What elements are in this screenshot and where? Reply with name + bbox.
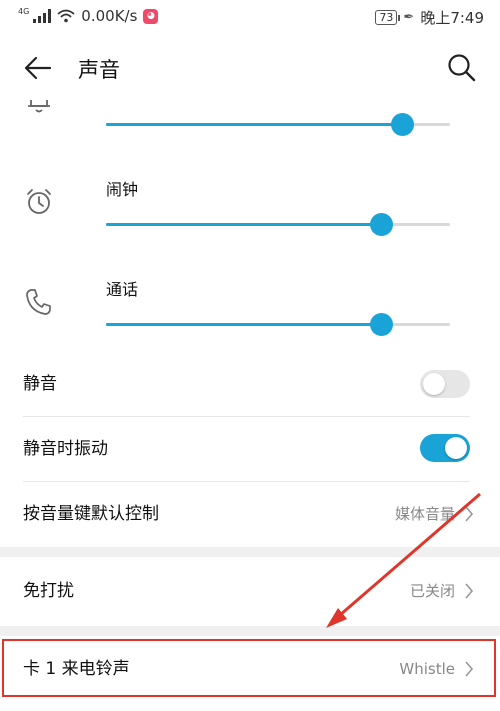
wifi-icon [57,9,75,23]
vibrate-on-mute-toggle[interactable] [420,434,470,462]
phone-icon [26,289,51,315]
do-not-disturb-value: 已关闭 [409,582,455,600]
slider-fill [106,323,382,326]
search-icon[interactable] [446,52,476,82]
alarm-label: 闹钟 [106,180,139,199]
call-volume-slider[interactable] [106,313,450,336]
power-saving-icon: ✒ [403,10,415,25]
toggle-knob [445,437,467,459]
slider-thumb[interactable] [390,113,414,136]
volume-key-control-value: 媒体音量 [394,505,455,523]
app-header: 声音 [0,34,500,100]
status-right: 73 ✒ 晚上7:49 [375,7,484,28]
section-gap [0,547,500,557]
vibrate-on-mute-row[interactable]: 静音时振动 [0,417,500,481]
vibrate-on-mute-label: 静音时振动 [23,439,108,459]
volume-key-control-row[interactable]: 按音量键默认控制 媒体音量 [0,482,500,546]
signal-icon [33,9,52,23]
network-type: 4G [18,6,30,16]
slider-fill [106,123,402,126]
alarm-clock-icon [27,189,51,214]
ringtone-volume-row [0,100,500,150]
slider-fill [106,223,382,226]
ringtone-volume-slider[interactable] [106,113,450,136]
toggle-knob [423,373,445,395]
network-speed: 0.00K/s [81,7,138,25]
battery-icon: 73 [375,10,401,25]
mute-toggle[interactable] [420,370,470,398]
annotation-highlight-box [2,639,496,697]
status-bar: 4G 0.00K/s ◕ 73 ✒ 晚上7:49 [0,0,500,34]
volume-key-control-label: 按音量键默认控制 [23,504,159,524]
alarm-volume-slider[interactable] [106,213,450,236]
page-title: 声音 [78,58,120,82]
clock: 晚上7:49 [420,9,484,27]
alarm-volume-row: 闹钟 [0,170,500,260]
do-not-disturb-label: 免打扰 [23,581,74,601]
slider-thumb[interactable] [370,313,394,336]
status-left: 4G 0.00K/s ◕ [18,6,159,25]
app-notification-icon: ◕ [143,8,159,24]
call-label: 通话 [106,280,139,299]
do-not-disturb-row[interactable]: 免打扰 已关闭 [0,559,500,623]
call-volume-row: 通话 [0,270,500,360]
back-arrow-icon[interactable] [22,52,54,84]
chevron-right-icon [465,583,474,599]
bell-icon [28,100,50,113]
slider-thumb[interactable] [370,213,394,236]
section-gap [0,626,500,636]
chevron-right-icon [465,506,474,522]
mute-label: 静音 [23,374,57,394]
mute-row[interactable]: 静音 [0,352,500,416]
